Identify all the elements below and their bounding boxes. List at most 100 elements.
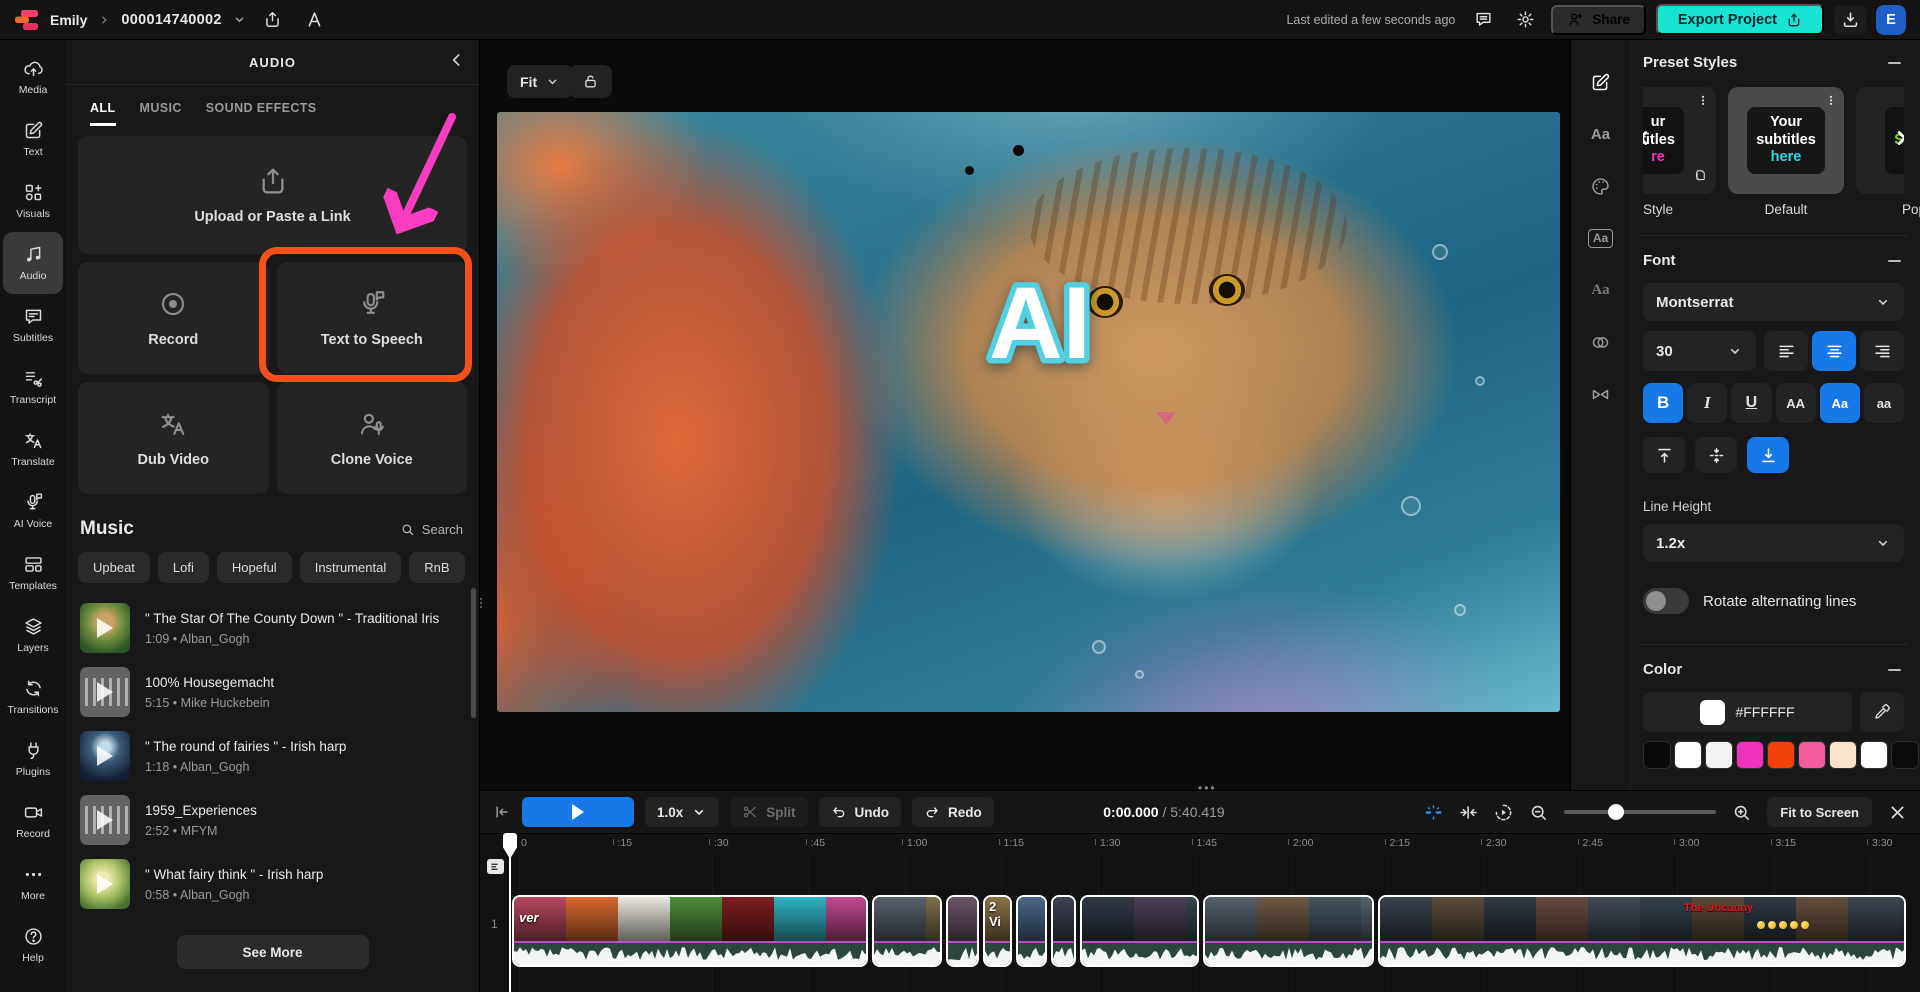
- align-left-button[interactable]: [1764, 331, 1808, 371]
- breadcrumb-user[interactable]: Emily: [50, 12, 87, 28]
- rotate-lines-toggle[interactable]: [1643, 588, 1689, 614]
- card-menu-icon[interactable]: [1824, 93, 1838, 114]
- sidebar-item-audio[interactable]: Audio: [3, 232, 63, 294]
- timeline-clip[interactable]: [1203, 895, 1374, 967]
- music-tag-rnb[interactable]: RnB: [409, 552, 464, 583]
- align-center-button[interactable]: [1812, 331, 1856, 371]
- color-swatch[interactable]: [1891, 741, 1919, 769]
- fit-to-screen-button[interactable]: Fit to Screen: [1767, 797, 1872, 827]
- panel-resize-handle-icon[interactable]: [474, 590, 488, 616]
- zoom-slider-knob[interactable]: [1608, 804, 1624, 820]
- collapse-panel-icon[interactable]: [447, 50, 467, 70]
- sidebar-item-more[interactable]: More: [3, 852, 63, 914]
- timeline-clip[interactable]: [1051, 895, 1076, 967]
- color-hex-field[interactable]: #FFFFFF: [1643, 692, 1852, 732]
- color-swatch[interactable]: [1767, 741, 1795, 769]
- sidebar-item-plugins[interactable]: Plugins: [3, 728, 63, 790]
- loop-playback-icon[interactable]: [1494, 803, 1513, 822]
- valign-top-button[interactable]: [1643, 437, 1685, 473]
- eyedropper-button[interactable]: [1860, 692, 1904, 732]
- timeline-clip[interactable]: [946, 895, 979, 967]
- export-project-button[interactable]: Export Project: [1656, 4, 1824, 35]
- sidebar-item-help[interactable]: Help: [3, 914, 63, 976]
- clone-voice-card[interactable]: Clone Voice: [277, 382, 468, 494]
- sidebar-item-media[interactable]: Media: [3, 46, 63, 108]
- music-track-row[interactable]: 1959_Experiences2:52 • MFYM: [80, 795, 467, 845]
- settings-button[interactable]: [1509, 5, 1541, 35]
- underline-button[interactable]: U: [1731, 383, 1771, 423]
- rail-color-palette[interactable]: [1584, 170, 1618, 202]
- timeline-clip[interactable]: ver: [512, 895, 868, 967]
- sidebar-item-templates[interactable]: Templates: [3, 542, 63, 604]
- sidebar-item-transitions[interactable]: Transitions: [3, 666, 63, 728]
- ai-text-overlay[interactable]: AI: [930, 252, 1150, 392]
- share-up-button[interactable]: [257, 5, 289, 35]
- color-swatch[interactable]: [1643, 741, 1671, 769]
- color-swatch[interactable]: [1798, 741, 1826, 769]
- track-thumbnail[interactable]: [80, 795, 130, 845]
- timeline-clip[interactable]: [1016, 895, 1047, 967]
- timeline-clip[interactable]: The Uncanny: [1378, 895, 1906, 967]
- sidebar-item-ai-voice[interactable]: AI Voice: [3, 480, 63, 542]
- case-aa-button[interactable]: aa: [1864, 383, 1904, 423]
- font-tool-button[interactable]: [299, 5, 331, 35]
- color-swatch[interactable]: [1705, 741, 1733, 769]
- sidebar-item-translate[interactable]: Translate: [3, 418, 63, 480]
- rail-edit[interactable]: [1584, 66, 1618, 98]
- music-track-row[interactable]: " The round of fairies " - Irish harp1:1…: [80, 731, 467, 781]
- sidebar-item-visuals[interactable]: Visuals: [3, 170, 63, 232]
- project-menu-chevron-icon[interactable]: [232, 12, 247, 27]
- italic-button[interactable]: I: [1687, 383, 1727, 423]
- music-track-row[interactable]: " What fairy think " - Irish harp0:58 • …: [80, 859, 467, 909]
- collapse-color-icon[interactable]: [1888, 663, 1904, 677]
- collapse-font-icon[interactable]: [1888, 254, 1904, 268]
- font-family-dropdown[interactable]: Montserrat: [1643, 283, 1904, 321]
- play-button[interactable]: [522, 797, 634, 827]
- close-timeline-icon[interactable]: [1888, 803, 1907, 822]
- color-swatch[interactable]: [1736, 741, 1764, 769]
- see-more-button[interactable]: See More: [177, 935, 369, 969]
- app-logo-icon[interactable]: [14, 9, 40, 31]
- track-thumbnail[interactable]: [80, 667, 130, 717]
- jump-between-cuts-icon[interactable]: [1459, 803, 1478, 822]
- tab-all[interactable]: ALL: [90, 101, 116, 126]
- align-right-button[interactable]: [1860, 331, 1904, 371]
- track-thumbnail[interactable]: [80, 731, 130, 781]
- rail-blend[interactable]: [1584, 326, 1618, 358]
- text-to-speech-card[interactable]: Text to Speech: [277, 262, 468, 374]
- sidebar-item-record[interactable]: Record: [3, 790, 63, 852]
- music-track-row[interactable]: " The Star Of The County Down " - Tradit…: [80, 603, 467, 653]
- color-swatch[interactable]: [1829, 741, 1857, 769]
- share-button[interactable]: Share: [1551, 5, 1646, 35]
- valign-bottom-button[interactable]: [1747, 437, 1789, 473]
- playback-speed-dropdown[interactable]: 1.0x: [645, 797, 719, 827]
- timeline-ruler[interactable]: 0:15:30:451:001:151:301:452:002:152:302:…: [480, 833, 1920, 855]
- preset-card-default[interactable]: Yoursubtitleshere: [1728, 87, 1844, 194]
- music-tag-upbeat[interactable]: Upbeat: [78, 552, 150, 583]
- music-track-row[interactable]: 100% Housegemacht5:15 • Mike Huckebein: [80, 667, 467, 717]
- line-height-dropdown[interactable]: 1.2x: [1643, 524, 1904, 562]
- music-search[interactable]: Search: [400, 522, 463, 537]
- sidebar-item-text[interactable]: Text: [3, 108, 63, 170]
- sidebar-item-transcript[interactable]: Transcript: [3, 356, 63, 418]
- split-button[interactable]: Split: [730, 797, 807, 827]
- comments-button[interactable]: [1467, 5, 1499, 35]
- upload-or-paste-link-card[interactable]: Upload or Paste a Link: [78, 136, 467, 254]
- music-tag-hopeful[interactable]: Hopeful: [217, 552, 292, 583]
- redo-button[interactable]: Redo: [912, 797, 994, 827]
- project-id[interactable]: 000014740002: [121, 12, 221, 28]
- unlock-button[interactable]: [569, 65, 612, 98]
- bold-button[interactable]: B: [1643, 383, 1683, 423]
- zoom-fit-dropdown[interactable]: Fit: [507, 65, 573, 98]
- music-tag-instrumental[interactable]: Instrumental: [300, 552, 402, 583]
- font-size-dropdown[interactable]: 30: [1643, 331, 1756, 371]
- timeline-clip[interactable]: [872, 895, 942, 967]
- sidebar-item-layers[interactable]: Layers: [3, 604, 63, 666]
- download-button[interactable]: [1834, 5, 1866, 35]
- music-tag-lofi[interactable]: Lofi: [158, 552, 209, 583]
- timeline-clip[interactable]: 2 Vi: [983, 895, 1012, 967]
- zoom-in-icon[interactable]: [1732, 803, 1751, 822]
- user-avatar[interactable]: E: [1876, 5, 1906, 35]
- record-card[interactable]: Record: [78, 262, 269, 374]
- carousel-prev-icon[interactable]: [1643, 125, 1655, 151]
